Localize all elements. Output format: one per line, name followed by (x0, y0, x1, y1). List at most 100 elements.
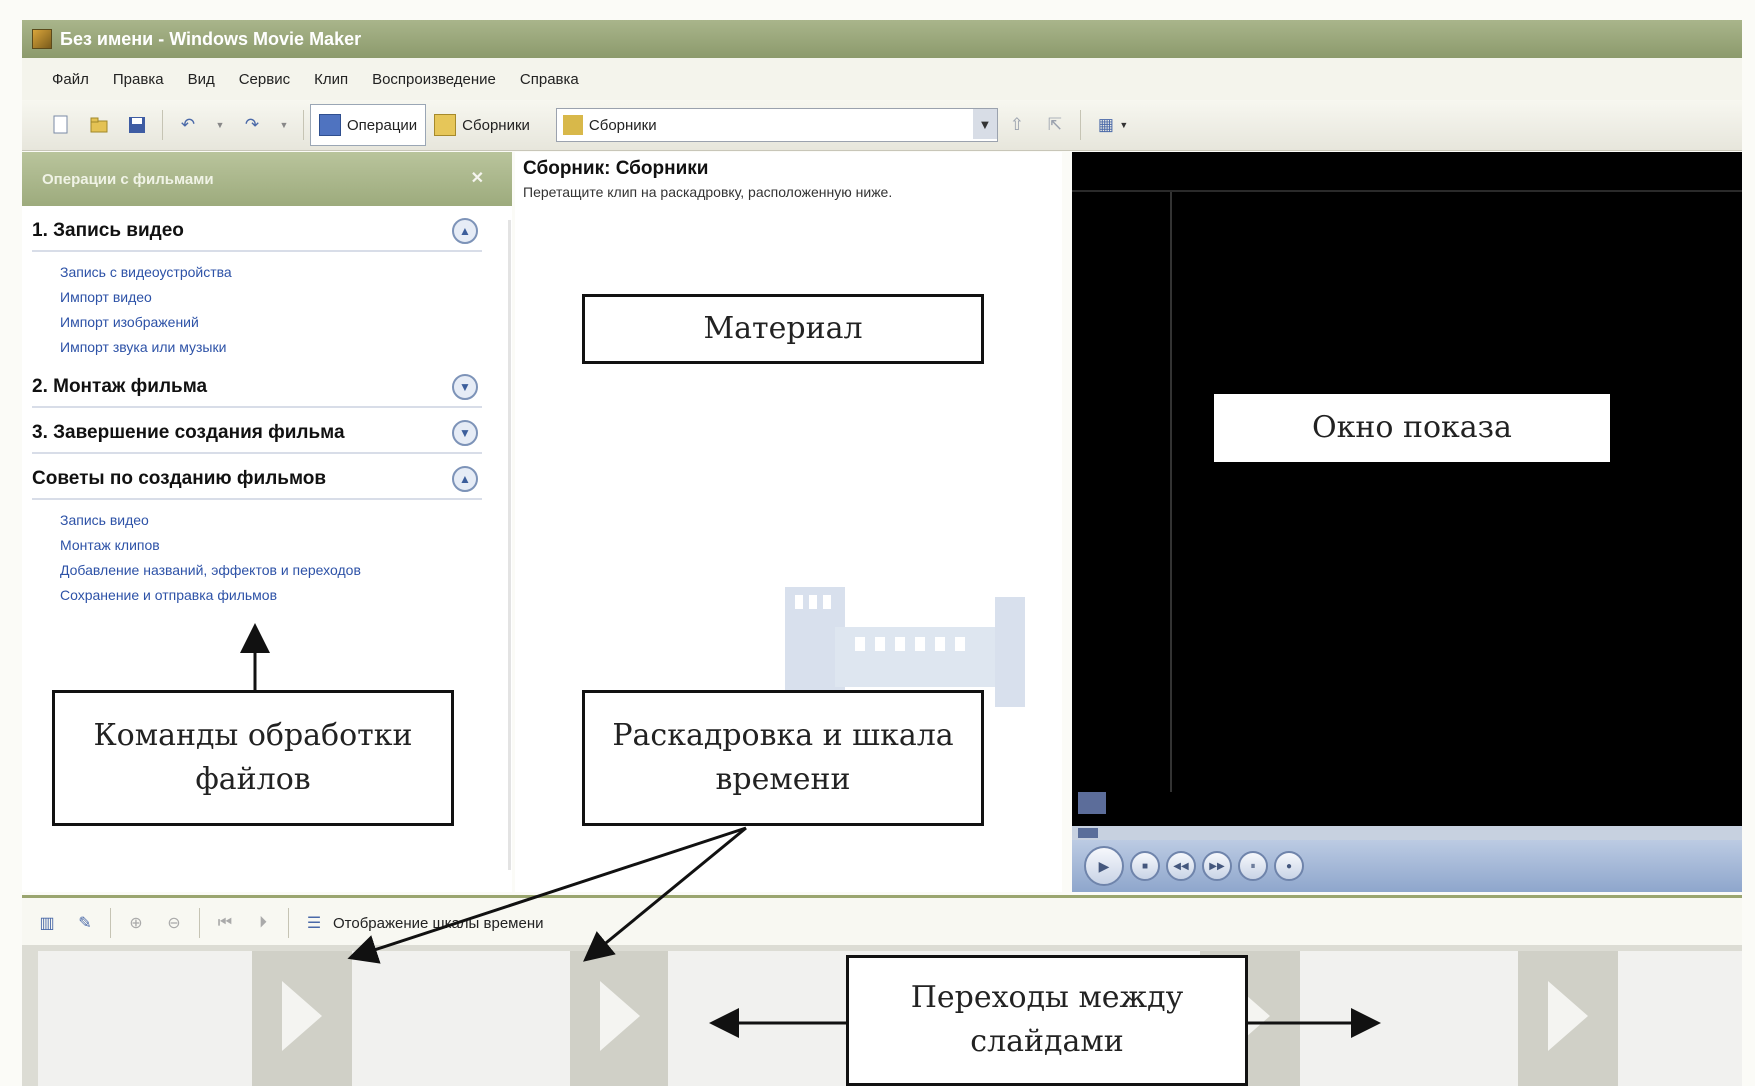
chevron-down-icon[interactable]: ▼ (452, 420, 478, 446)
chevron-down-icon[interactable]: ▼ (452, 374, 478, 400)
callout-material-text: Материал (703, 311, 863, 346)
pane-splitter[interactable] (508, 220, 511, 870)
toolbar-separator (162, 110, 163, 140)
views-dropdown-icon[interactable]: ▼ (1119, 114, 1129, 136)
preview-guide-line (1072, 190, 1742, 192)
operations-label: Операции (347, 116, 418, 134)
title-bar: Без имени - Windows Movie Maker (22, 20, 1742, 58)
task-link[interactable]: Добавление названий, эффектов и переходо… (60, 558, 512, 583)
callout-storyboard-line1: Раскадровка и шкала (612, 718, 954, 753)
transition-slot[interactable] (570, 951, 668, 1086)
toolbar-separator (288, 908, 289, 938)
toolbar-separator (303, 110, 304, 140)
collections-button[interactable]: Сборники (426, 105, 538, 145)
collection-select-value: Сборники (588, 116, 657, 134)
callout-transitions-line1: Переходы между (910, 980, 1184, 1015)
storyboard-toolbar: ▥ ✎ ⊕ ⊖ ⏮ ⏵ ☰ Отображение шкалы времени (22, 895, 1742, 948)
tasks-pane-title: Операции с фильмами (42, 170, 214, 188)
save-disk-icon[interactable] (126, 114, 148, 136)
callout-material: Материал (582, 294, 984, 364)
task-section-edit[interactable]: 2. Монтаж фильма ▼ (32, 368, 482, 408)
main-toolbar: ↶ ▼ ↷ ▼ Операции Сборники Сборники ▼ ⇧ ⇱… (22, 100, 1742, 151)
chevron-up-icon[interactable]: ▲ (452, 218, 478, 244)
menu-edit[interactable]: Правка (101, 71, 176, 88)
movie-maker-app-icon (32, 29, 52, 49)
redo-dropdown-icon[interactable]: ▼ (279, 114, 289, 136)
section-title: 2. Монтаж фильма (32, 376, 208, 397)
seek-bar[interactable] (1072, 826, 1742, 840)
window-title: Без имени - Windows Movie Maker (60, 28, 362, 49)
storyboard-frame-slot[interactable] (1618, 951, 1742, 1086)
transition-slot[interactable] (1518, 951, 1618, 1086)
play-icon[interactable]: ▶ (1084, 846, 1124, 886)
timeline-icon[interactable]: ☰ (303, 912, 325, 934)
seek-thumb[interactable] (1078, 828, 1098, 838)
collections-folder-icon (434, 114, 457, 136)
task-link[interactable]: Импорт видео (60, 285, 512, 310)
views-icon[interactable]: ▦ (1095, 114, 1117, 136)
redo-icon[interactable]: ↷ (241, 114, 263, 136)
callout-commands: Команды обработки файлов (52, 690, 454, 826)
open-folder-icon[interactable] (88, 114, 110, 136)
storyboard-frame-slot[interactable] (38, 951, 252, 1086)
transition-slot[interactable] (252, 951, 352, 1086)
next-frame-icon[interactable]: ▶▶ (1202, 851, 1232, 881)
menu-bar: Файл Правка Вид Сервис Клип Воспроизведе… (22, 58, 1742, 100)
callout-preview: Окно показа (1214, 394, 1610, 462)
callout-storyboard-line2: времени (715, 762, 851, 797)
section-title: 1. Запись видео (32, 220, 184, 241)
preview-monitor: ▶ ■ ◀◀ ▶▶ ⏸ ● (1072, 152, 1742, 892)
split-clip-icon[interactable]: ⏸ (1238, 851, 1268, 881)
zoom-in-icon[interactable]: ⊕ (125, 912, 147, 934)
playback-controls: ▶ ■ ◀◀ ▶▶ ⏸ ● (1072, 840, 1742, 892)
undo-icon[interactable]: ↶ (177, 114, 199, 136)
menu-view[interactable]: Вид (176, 71, 227, 88)
task-link[interactable]: Импорт изображений (60, 310, 512, 335)
task-section-tips[interactable]: Советы по созданию фильмов ▲ (32, 460, 482, 500)
chevron-up-icon[interactable]: ▲ (452, 466, 478, 492)
menu-help[interactable]: Справка (508, 71, 591, 88)
task-link[interactable]: Запись видео (60, 508, 512, 533)
close-icon[interactable]: ✕ (471, 168, 484, 188)
new-collection-icon[interactable]: ⇱ (1044, 114, 1066, 136)
take-picture-icon[interactable]: ● (1274, 851, 1304, 881)
task-section-capture[interactable]: 1. Запись видео ▲ (32, 212, 482, 252)
section-title: Советы по созданию фильмов (32, 468, 327, 489)
audio-levels-icon[interactable]: ✎ (74, 912, 96, 934)
narrate-icon[interactable]: ▥ (36, 912, 58, 934)
rewind-storyboard-icon[interactable]: ⏮ (214, 912, 236, 934)
previous-frame-icon[interactable]: ◀◀ (1166, 851, 1196, 881)
callout-transitions-line2: слайдами (970, 1024, 1124, 1059)
storyboard-frame-slot[interactable] (1300, 951, 1518, 1086)
task-link[interactable]: Монтаж клипов (60, 533, 512, 558)
zoom-out-icon[interactable]: ⊖ (163, 912, 185, 934)
task-link[interactable]: Сохранение и отправка фильмов (60, 583, 512, 608)
storyboard-frame-slot[interactable] (352, 951, 570, 1086)
menu-playback[interactable]: Воспроизведение (360, 71, 508, 88)
callout-storyboard: Раскадровка и шкала времени (582, 690, 984, 826)
menu-file[interactable]: Файл (22, 71, 101, 88)
chevron-down-icon[interactable]: ▼ (972, 109, 997, 139)
play-storyboard-icon[interactable]: ⏵ (252, 912, 274, 934)
transition-arrow-icon (282, 981, 322, 1051)
collection-icon (562, 115, 583, 135)
menu-tools[interactable]: Сервис (227, 71, 302, 88)
section-title: 3. Завершение создания фильма (32, 422, 345, 443)
collections-label: Сборники (462, 116, 530, 134)
operations-button[interactable]: Операции (310, 104, 427, 146)
app-window: Без имени - Windows Movie Maker Файл Пра… (0, 0, 1755, 1086)
collection-select[interactable]: Сборники ▼ (555, 108, 998, 142)
new-file-icon[interactable] (50, 114, 72, 136)
show-timeline-button[interactable]: Отображение шкалы времени (333, 915, 543, 932)
preview-corner-icon (1078, 792, 1106, 814)
callout-commands-line2: файлов (195, 762, 311, 797)
up-level-icon[interactable]: ⇧ (1006, 114, 1028, 136)
task-link[interactable]: Импорт звука или музыки (60, 335, 512, 360)
menu-clip[interactable]: Клип (302, 71, 360, 88)
toolbar-separator (1079, 110, 1081, 140)
task-section-finish[interactable]: 3. Завершение создания фильма ▼ (32, 414, 482, 454)
stop-icon[interactable]: ■ (1130, 851, 1160, 881)
task-link[interactable]: Запись с видеоустройства (60, 260, 512, 285)
undo-dropdown-icon[interactable]: ▼ (215, 114, 225, 136)
transition-arrow-icon (600, 981, 640, 1051)
